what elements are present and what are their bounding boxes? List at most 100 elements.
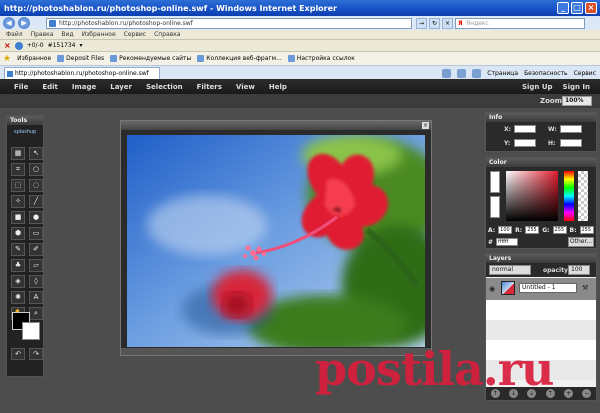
lasso-tool-icon[interactable]: ○ [29, 163, 43, 176]
layer-thumbnail [501, 281, 515, 295]
polygon-tool-icon[interactable]: ⬢ [11, 227, 25, 240]
app-menu-edit[interactable]: Edit [42, 83, 58, 91]
magic-wand-icon[interactable]: ✧ [11, 195, 25, 208]
sign-in-link[interactable]: Sign In [563, 83, 590, 91]
green-input[interactable]: 255 [552, 226, 567, 234]
document-canvas[interactable] [127, 135, 425, 347]
menu-tools[interactable]: Сервис [124, 31, 146, 38]
close-toolbar-icon[interactable]: × [4, 41, 11, 50]
dropper-tool-icon[interactable]: ◊ [29, 275, 43, 288]
menu-view[interactable]: Вид [61, 31, 73, 38]
hex-input[interactable]: ffffff [496, 238, 519, 246]
cmd-page[interactable]: Страница [487, 70, 518, 77]
delete-layer-icon[interactable]: − [582, 389, 592, 398]
empty-layer-slot [486, 300, 596, 320]
chevron-down-icon[interactable]: ▾ [80, 42, 83, 49]
saturation-picker[interactable] [506, 171, 558, 221]
print-icon[interactable] [472, 68, 482, 78]
app-menu-layer[interactable]: Layer [110, 83, 132, 91]
fav-deposit-files[interactable]: Deposit Files [57, 55, 104, 62]
forward-button[interactable]: ▶ [18, 17, 30, 29]
cmd-security[interactable]: Безопасность [524, 70, 568, 77]
move-tool-icon[interactable]: ↖ [29, 147, 43, 160]
pencil-tool-icon[interactable]: ✐ [29, 243, 43, 256]
document-title-bar[interactable] [121, 121, 431, 130]
app-menu-bar: File Edit Image Layer Selection Filters … [0, 79, 600, 94]
zoom-tool-icon[interactable]: ⌕ [29, 307, 43, 320]
other-color-button[interactable]: Other... [568, 237, 594, 247]
favorites-label[interactable]: Избранное [17, 55, 51, 62]
toolbar-logo-icon [14, 41, 23, 50]
redo-icon[interactable]: ↷ [29, 348, 43, 360]
info-y-label: Y: [504, 140, 511, 147]
tool-grid: ▦ ↖ ⌗ ○ ⬚ ◌ ✧ ╱ ■ ● ⬢ ▭ ✎ ✐ ♣ ▱ ◈ ◊ ✺ A … [7, 147, 43, 320]
eraser-tool-icon[interactable]: ▱ [29, 259, 43, 272]
search-input[interactable]: Я Яндекс [455, 18, 585, 29]
red-input[interactable]: 255 [525, 226, 540, 234]
app-menu-help[interactable]: Help [269, 83, 287, 91]
zoom-select[interactable]: 100% [562, 96, 592, 106]
color-swatch-bottom[interactable] [490, 196, 500, 218]
opacity-select[interactable]: 100 [568, 265, 590, 275]
splashup-logo: splashup [14, 129, 37, 135]
brush-tool-icon[interactable]: ✎ [11, 243, 25, 256]
app-menu-filters[interactable]: Filters [197, 83, 222, 91]
layer-item[interactable]: ◉ Untitled - 1 ⚒ [486, 278, 596, 300]
menu-help[interactable]: Справка [154, 31, 180, 38]
undo-icon[interactable]: ↶ [11, 348, 25, 360]
fav-webslices[interactable]: Коллекция веб-фрагм... [197, 55, 282, 62]
crop-tool-icon[interactable]: ⌗ [11, 163, 25, 176]
back-button[interactable]: ◀ [3, 17, 15, 29]
app-menu-image[interactable]: Image [72, 83, 96, 91]
eye-icon[interactable]: ◉ [489, 285, 495, 293]
gradient-tool-icon[interactable]: ▭ [29, 227, 43, 240]
hue-slider[interactable] [564, 171, 574, 221]
background-color-swatch[interactable] [22, 322, 40, 340]
alpha-input[interactable]: 100 [498, 226, 513, 234]
app-menu-view[interactable]: View [236, 83, 255, 91]
fav-recommended[interactable]: Рекомендуемые сайты [110, 55, 191, 62]
menu-file[interactable]: Файл [6, 31, 23, 38]
blur-tool-icon[interactable]: ✺ [11, 291, 25, 304]
menu-favorites[interactable]: Избранное [82, 31, 116, 38]
color-swatch-top[interactable] [490, 171, 500, 193]
app-menu-file[interactable]: File [14, 83, 28, 91]
stamp-tool-icon[interactable]: ♣ [11, 259, 25, 272]
stop-button[interactable]: × [442, 18, 453, 29]
yandex-icon: Я [458, 20, 463, 27]
blend-mode-select[interactable]: normal [489, 265, 531, 275]
maximize-button[interactable]: □ [571, 2, 583, 14]
blue-label: B: [569, 226, 577, 234]
star-icon[interactable]: ★ [3, 54, 11, 64]
fav-customize-links[interactable]: Настройка ссылок [287, 55, 355, 62]
bucket-tool-icon[interactable]: ◈ [11, 275, 25, 288]
add-layer-icon[interactable]: + [563, 389, 573, 398]
ellipse-tool-icon[interactable]: ● [29, 211, 43, 224]
sign-up-link[interactable]: Sign Up [522, 83, 553, 91]
go-button[interactable]: → [416, 18, 427, 29]
blue-input[interactable]: 255 [579, 226, 594, 234]
rect-select-icon[interactable]: ⬚ [11, 179, 25, 192]
toolbar-id: #151734 [47, 42, 76, 49]
ellipse-select-icon[interactable]: ◌ [29, 179, 43, 192]
line-tool-icon[interactable]: ╱ [29, 195, 43, 208]
menu-edit[interactable]: Правка [31, 31, 54, 38]
grid-tool-icon[interactable]: ▦ [11, 147, 25, 160]
layer-name[interactable]: Untitled - 1 [519, 283, 577, 293]
text-tool-icon[interactable]: A [29, 291, 43, 304]
rectangle-tool-icon[interactable]: ■ [11, 211, 25, 224]
wrench-icon[interactable]: ⚒ [582, 284, 588, 292]
cmd-tools[interactable]: Сервис [574, 70, 596, 77]
info-h-label: H: [548, 140, 556, 147]
close-icon[interactable]: × [422, 122, 429, 129]
home-icon[interactable] [442, 68, 452, 78]
color-title: Color [486, 158, 596, 167]
app-menu-selection[interactable]: Selection [146, 83, 183, 91]
feeds-icon[interactable] [457, 68, 467, 78]
close-window-button[interactable]: × [585, 2, 597, 14]
alpha-slider[interactable] [578, 171, 588, 221]
address-input[interactable]: http://photoshablon.ru/photoshop-online.… [46, 18, 412, 29]
tab-row: http://photoshablon.ru/photoshop-online.… [0, 65, 600, 80]
refresh-button[interactable]: ↻ [429, 18, 440, 29]
minimize-button[interactable]: _ [557, 2, 569, 14]
